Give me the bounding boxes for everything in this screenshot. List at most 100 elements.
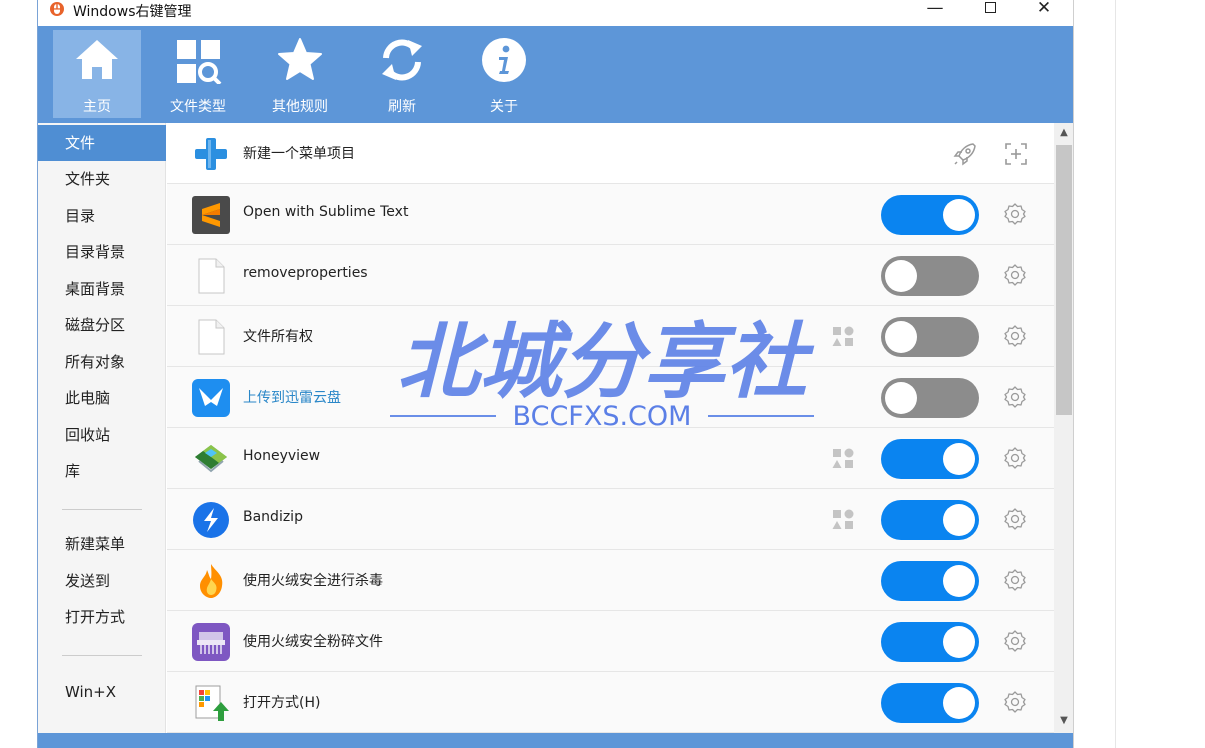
menu-item-row: 使用火绒安全粉碎文件 [167,611,1054,672]
menu-item-label: 打开方式(H) [243,695,321,711]
sidebar-item-files[interactable]: 文件 [38,125,166,161]
sidebar-item-all-objects[interactable]: 所有对象 [38,344,166,380]
sidebar-item-this-pc[interactable]: 此电脑 [38,380,166,416]
gear-icon[interactable] [1003,690,1027,714]
menu-item-label: 文件所有权 [243,329,313,345]
toolbar-label: 关于 [490,99,518,115]
info-icon [482,38,526,82]
gear-icon[interactable] [1003,202,1027,226]
app-logo-icon [50,2,64,16]
star-icon [278,38,322,80]
enable-toggle[interactable] [881,317,979,357]
menu-item-row: 上传到迅雷云盘 [167,367,1054,428]
gear-icon[interactable] [1003,629,1027,653]
toolbar-label: 主页 [83,99,111,115]
sidebar-item-library[interactable]: 库 [38,453,166,489]
enable-toggle[interactable] [881,378,979,418]
toolbar-home-button[interactable]: 主页 [53,30,141,118]
toolbar-about-button[interactable]: 关于 [460,30,548,118]
refresh-icon [382,39,422,81]
close-button[interactable]: ✕ [1024,0,1064,20]
shapes-icon[interactable] [831,508,855,532]
bandizip-icon [193,502,229,538]
menu-item-label: 使用火绒安全进行杀毒 [243,573,383,589]
sidebar-divider [62,655,142,656]
sidebar-item-recycle-bin[interactable]: 回收站 [38,417,166,453]
menu-item-row: 文件所有权 [167,306,1054,367]
sidebar-item-new-menu[interactable]: 新建菜单 [38,526,166,562]
honeyview-icon [195,445,227,473]
scroll-up-arrow[interactable]: ▲ [1054,124,1073,142]
outer-divider [1115,0,1116,748]
file-type-search-icon [177,40,222,84]
menu-item-label: Bandizip [243,509,303,525]
menu-item-row: 使用火绒安全进行杀毒 [167,550,1054,611]
menu-items-list: 新建一个菜单项目 Open with Sublime Text removepr… [167,123,1054,748]
shapes-icon[interactable] [831,325,855,349]
sidebar-item-open-with[interactable]: 打开方式 [38,599,166,635]
enable-toggle[interactable] [881,622,979,662]
menu-item-row: removeproperties [167,245,1054,306]
gear-icon[interactable] [1003,324,1027,348]
shredder-icon [192,623,230,661]
menu-item-label: Honeyview [243,448,321,464]
window-title: Windows右键管理 [73,4,192,20]
add-box-icon[interactable] [1003,141,1029,167]
rocket-icon[interactable] [952,141,978,167]
scroll-down-arrow[interactable]: ▼ [1054,712,1073,730]
title-bar: Windows右键管理 — ✕ [38,0,1073,26]
menu-item-row: Open with Sublime Text [167,184,1054,245]
scroll-thumb[interactable] [1056,145,1072,415]
toolbar: 主页 文件类型 其他规则 刷新 关于 [38,26,1073,123]
toolbar-other-rules-button[interactable]: 其他规则 [256,30,344,118]
app-window: Windows右键管理 — ✕ 主页 文件类型 其他规则 刷新 关于 文件 文件… [37,0,1074,748]
menu-item-label: Open with Sublime Text [243,204,409,220]
menu-item-row: Bandizip [167,489,1054,550]
maximize-icon [984,2,996,13]
sidebar-item-directory-background[interactable]: 目录背景 [38,234,166,270]
toolbar-refresh-button[interactable]: 刷新 [358,30,446,118]
menu-item-row: Honeyview [167,428,1054,489]
sidebar-item-folders[interactable]: 文件夹 [38,161,166,197]
enable-toggle[interactable] [881,561,979,601]
gear-icon[interactable] [1003,507,1027,531]
toolbar-label: 刷新 [388,99,416,115]
toolbar-label: 文件类型 [170,99,226,115]
enable-toggle[interactable] [881,683,979,723]
sidebar-item-send-to[interactable]: 发送到 [38,563,166,599]
gear-icon[interactable] [1003,263,1027,287]
gear-icon[interactable] [1003,385,1027,409]
add-plus-icon [195,138,227,170]
new-menu-item-row[interactable]: 新建一个菜单项目 [167,123,1054,184]
status-bar [38,733,1073,748]
shapes-icon[interactable] [831,447,855,471]
sidebar-item-drives[interactable]: 磁盘分区 [38,307,166,343]
enable-toggle[interactable] [881,256,979,296]
home-icon [76,40,118,79]
menu-item-label: 上传到迅雷云盘 [243,390,341,406]
toolbar-file-types-button[interactable]: 文件类型 [154,30,242,118]
menu-item-label: 使用火绒安全粉碎文件 [243,634,383,650]
enable-toggle[interactable] [881,439,979,479]
sidebar: 文件 文件夹 目录 目录背景 桌面背景 磁盘分区 所有对象 此电脑 回收站 库 … [38,123,166,748]
sidebar-divider [62,509,142,510]
maximize-button[interactable] [970,0,1010,20]
minimize-button[interactable]: — [915,0,955,20]
enable-toggle[interactable] [881,500,979,540]
open-with-icon [195,685,229,721]
blank-file-icon [198,319,225,355]
vertical-scrollbar[interactable]: ▲ ▼ [1054,123,1073,748]
sidebar-item-directory[interactable]: 目录 [38,198,166,234]
menu-item-label: removeproperties [243,265,368,281]
xunlei-bird-icon [192,379,230,417]
new-menu-item-label: 新建一个菜单项目 [243,146,355,162]
toolbar-label: 其他规则 [272,99,328,115]
enable-toggle[interactable] [881,195,979,235]
huorong-flame-icon [200,564,223,598]
gear-icon[interactable] [1003,568,1027,592]
sidebar-item-win-x[interactable]: Win+X [38,674,166,710]
menu-item-row: 打开方式(H) [167,672,1054,733]
sublime-text-icon [192,196,230,234]
gear-icon[interactable] [1003,446,1027,470]
sidebar-item-desktop-background[interactable]: 桌面背景 [38,271,166,307]
